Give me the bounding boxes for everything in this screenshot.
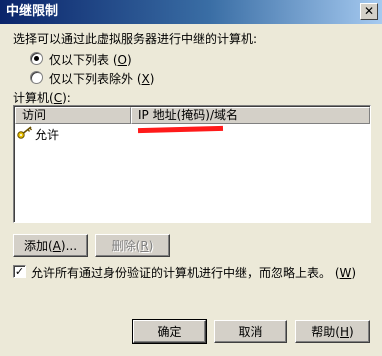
radio-only-list[interactable] bbox=[30, 52, 43, 65]
allow-authenticated-label[interactable]: 允许所有通过身份验证的计算机进行中继，而忽略上表。 (W) bbox=[31, 264, 356, 281]
key-icon bbox=[17, 126, 33, 139]
radio-only-list-label[interactable]: 仅以下列表 (O) bbox=[49, 51, 132, 68]
computers-list[interactable]: 访问 IP 地址(掩码)/域名 bbox=[13, 105, 371, 223]
title-bar[interactable]: 中继限制 ✕ bbox=[0, 0, 382, 24]
radio-except-list[interactable] bbox=[30, 71, 43, 84]
close-icon[interactable]: ✕ bbox=[360, 3, 378, 20]
computers-label: 计算机(C): bbox=[13, 91, 71, 105]
column-header-access[interactable]: 访问 bbox=[15, 107, 131, 124]
relay-prompt: 选择可以通过此虚拟服务器进行中继的计算机: bbox=[13, 32, 258, 46]
add-button[interactable]: 添加(A)... bbox=[13, 234, 88, 257]
window-title: 中继限制 bbox=[6, 4, 59, 19]
radio-except-list-label[interactable]: 仅以下列表除外 (X) bbox=[49, 70, 154, 87]
row-access-value[interactable]: 允许 bbox=[35, 126, 59, 143]
ok-button[interactable]: 确定 bbox=[132, 319, 207, 344]
column-header-address[interactable]: IP 地址(掩码)/域名 bbox=[131, 107, 370, 124]
help-button[interactable]: 帮助(H) bbox=[295, 320, 370, 343]
remove-button[interactable]: 删除(R) bbox=[95, 234, 170, 257]
allow-authenticated-checkbox[interactable]: ✓ bbox=[13, 265, 26, 278]
cancel-button[interactable]: 取消 bbox=[214, 320, 287, 343]
